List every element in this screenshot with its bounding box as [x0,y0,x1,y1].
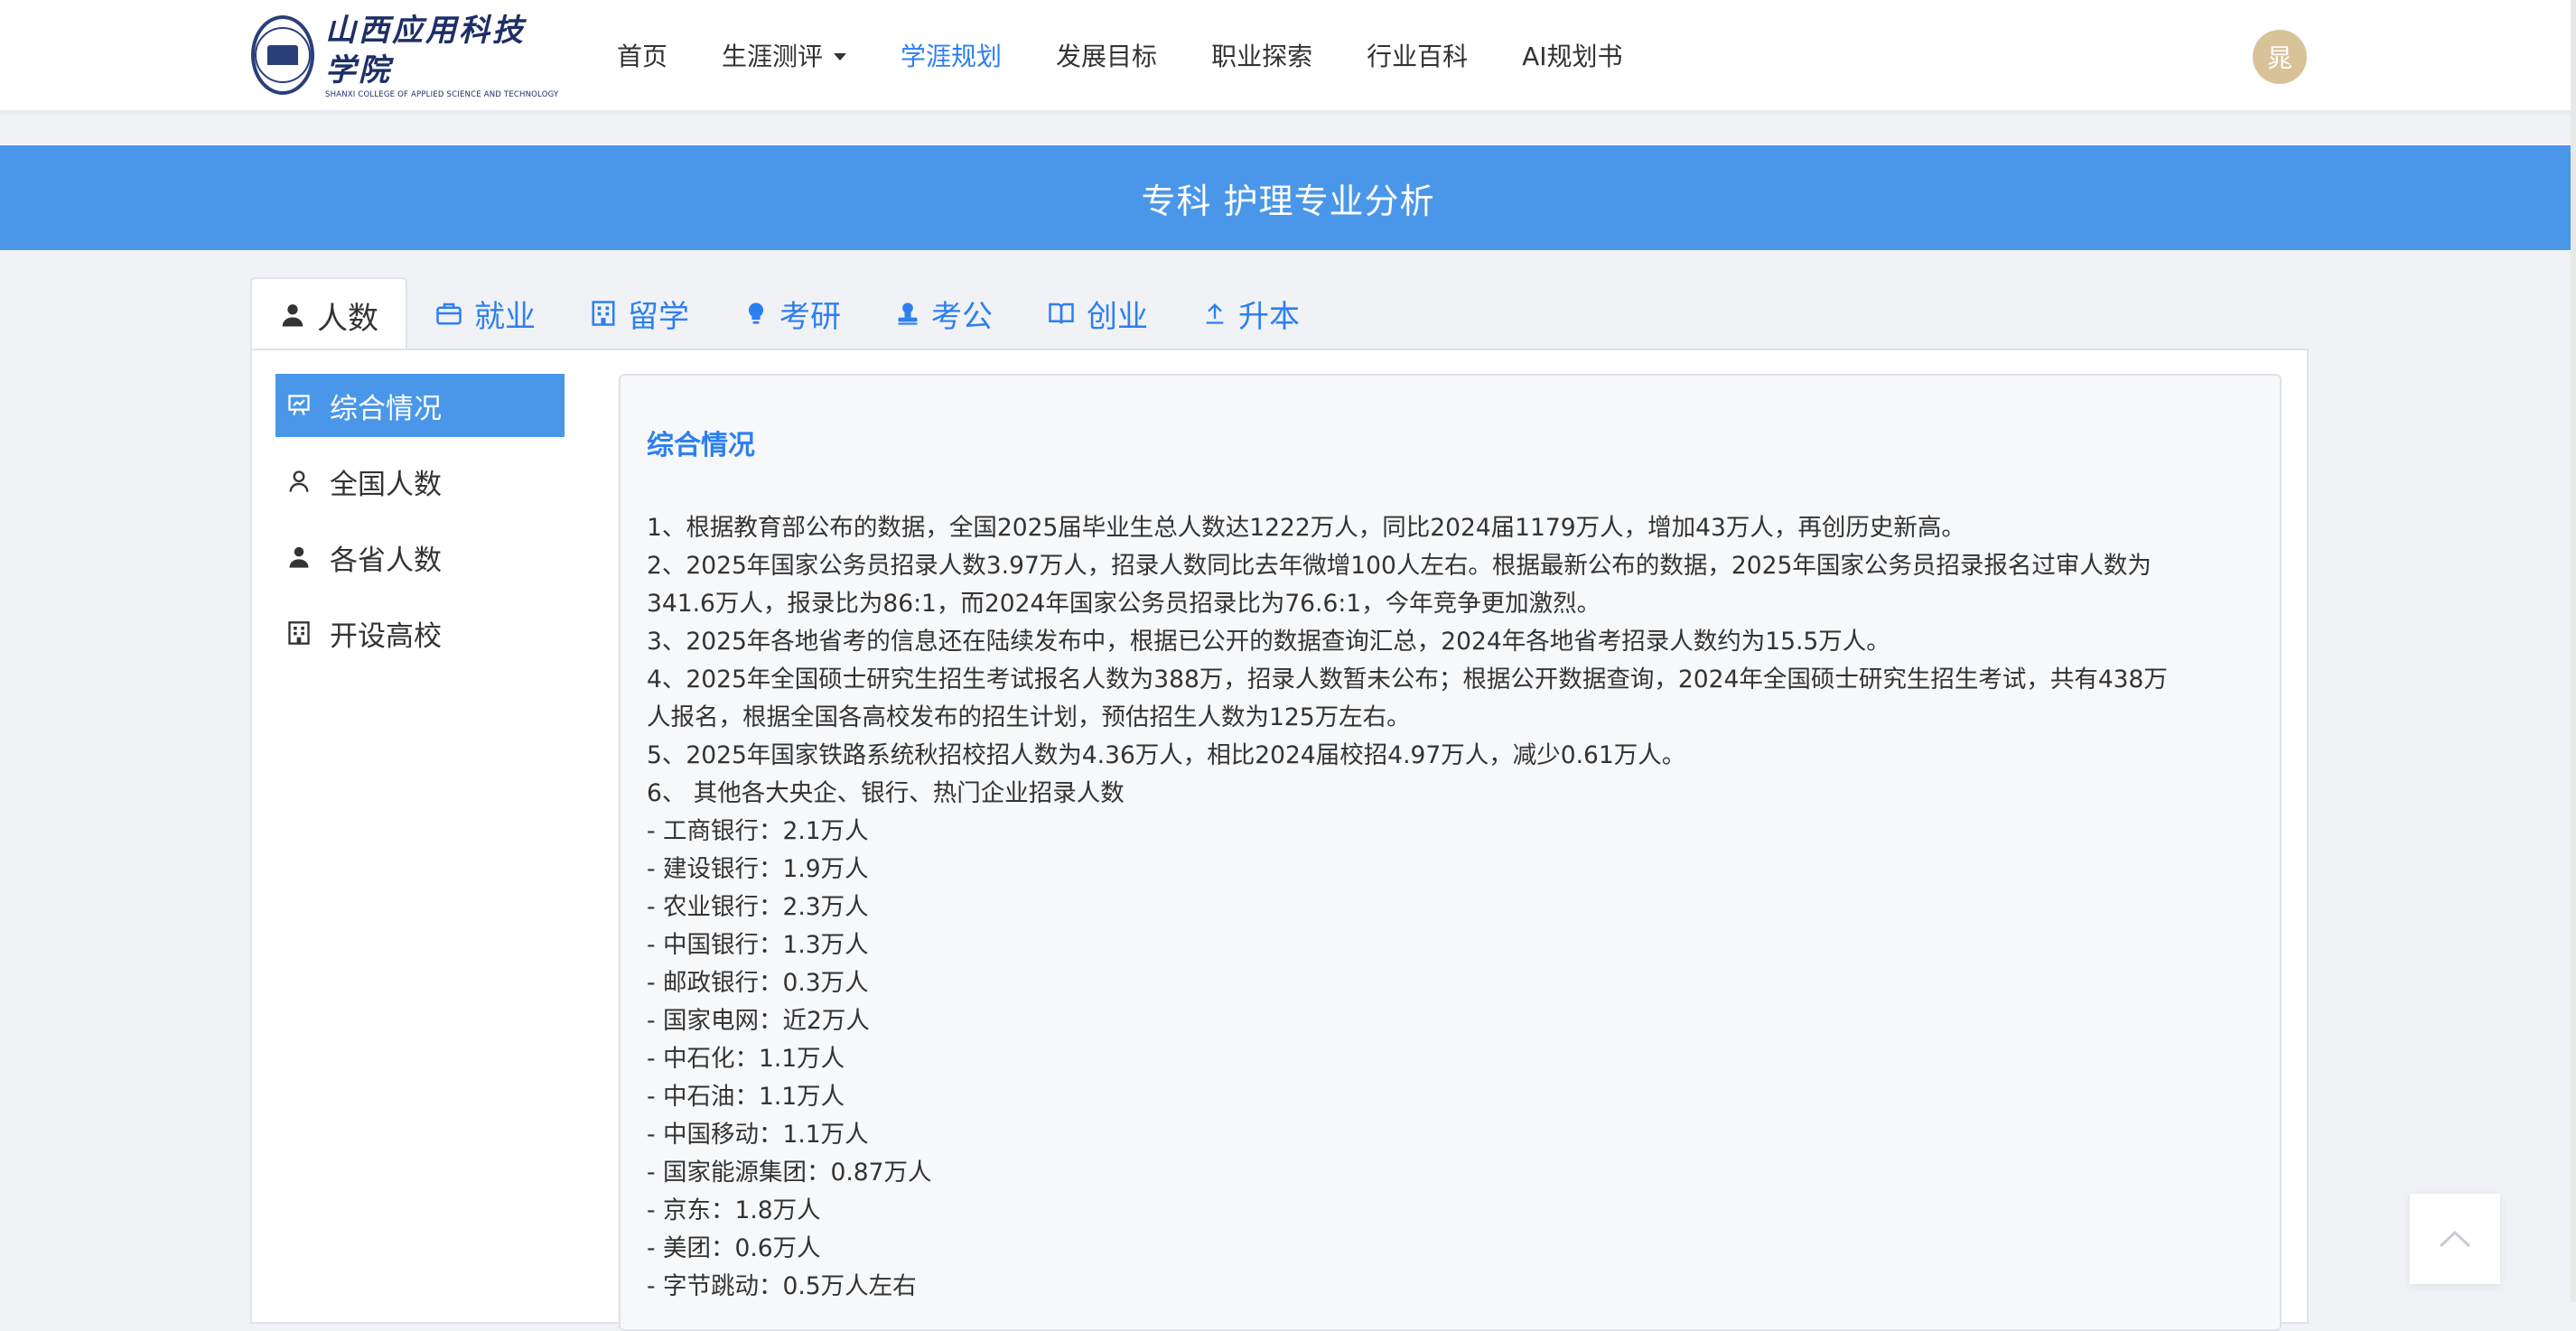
content-line: - 美团：0.6万人 [647,1234,821,1262]
side-item-provincial-count-label: 各省人数 [330,544,442,577]
nav-industry-encyclopedia[interactable]: 行业百科 [1367,37,1468,73]
page-title: 专科 护理专业分析 [1141,181,1435,221]
side-item-overview-label: 综合情况 [330,392,442,425]
side-item-colleges-label: 开设高校 [330,619,442,653]
content-line: - 建设银行：1.9万人 [647,855,869,883]
presentation-icon [288,395,310,415]
user-avatar[interactable]: 晁 [2253,30,2307,84]
tab-civil-service[interactable]: 考公 [868,277,1020,349]
briefcase-icon [436,302,462,325]
content-line: 2、2025年国家公务员招录人数3.97万人，招录人数同比去年微增100人左右。… [647,552,2151,580]
person-icon [289,546,309,568]
nav-career-assessment-label: 生涯测评 [722,42,824,71]
nav-study-planning[interactable]: 学涯规划 [901,37,1002,73]
content-line: - 国家能源集团：0.87万人 [647,1159,932,1187]
content-line: - 中石化：1.1万人 [647,1045,845,1073]
caret-down-icon [834,53,847,60]
nav-career-exploration[interactable]: 职业探索 [1211,37,1312,73]
building-icon [592,301,615,326]
content-line: - 字节跳动：0.5万人左右 [647,1272,917,1300]
nav-home[interactable]: 首页 [617,37,667,73]
tab-employment-label: 就业 [474,298,536,335]
side-item-national-count[interactable]: 全国人数 [275,450,565,513]
back-to-top-button[interactable] [2410,1194,2500,1284]
page-banner: 专科 护理专业分析 [0,145,2576,250]
tab-population[interactable]: 人数 [250,277,407,351]
content-body: 1、根据教育部公布的数据，全国2025届毕业生总人数达1222万人，同比2024… [647,509,2254,1306]
content-line: 人报名，根据全国各高校发布的招生计划，预估招生人数为125万左右。 [647,703,1411,731]
nav-development-goals[interactable]: 发展目标 [1056,37,1157,73]
tab-civil-service-label: 考公 [931,298,993,335]
content-line: 341.6万人，报录比为86:1，而2024年国家公务员招录比为76.6:1，今… [647,590,1601,618]
tab-postgraduate[interactable]: 考研 [716,277,868,349]
content-line: - 中石油：1.1万人 [647,1083,845,1111]
top-navbar: 山西应用科技学院 SHANXI COLLEGE OF APPLIED SCIEN… [0,0,2576,110]
tab-upgrade-bachelor-label: 升本 [1238,298,1300,335]
content-line: 6、 其他各大央企、银行、热门企业招录人数 [647,779,1125,807]
person-outline-icon [289,470,309,492]
side-item-overview[interactable]: 综合情况 [275,374,565,437]
book-open-icon [1049,302,1074,324]
tab-study-abroad[interactable]: 留学 [563,277,716,349]
tab-postgraduate-label: 考研 [779,298,841,335]
tab-entrepreneurship-label: 创业 [1087,298,1148,335]
lightbulb-icon [748,302,764,324]
content-line: - 中国银行：1.3万人 [647,931,869,959]
content-line: 5、2025年国家铁路系统秋招校招人数为4.36万人，相比2024届校招4.97… [647,741,1686,769]
nav-ai-plan[interactable]: AI规划书 [1522,37,1622,73]
tab-entrepreneurship[interactable]: 创业 [1020,277,1175,349]
logo-english-name: SHANXI COLLEGE OF APPLIED SCIENCE AND TE… [325,90,559,99]
side-item-provincial-count[interactable]: 各省人数 [275,526,565,589]
tab-study-abroad-label: 留学 [628,298,689,335]
side-menu: 综合情况 全国人数 各省人数 开设高校 [275,374,565,677]
content-line: - 京东：1.8万人 [647,1196,821,1224]
person-icon [282,304,303,327]
content-line: 4、2025年全国硕士研究生招生考试报名人数为388万，招录人数暂未公布；根据公… [647,666,2168,693]
tab-employment[interactable]: 就业 [407,277,563,349]
college-logo[interactable]: 山西应用科技学院 SHANXI COLLEGE OF APPLIED SCIEN… [251,13,559,99]
main-nav: 首页 生涯测评 学涯规划 发展目标 职业探索 行业百科 AI规划书 [617,0,1677,110]
logo-chinese-name: 山西应用科技学院 [325,13,526,88]
chevron-up-icon [2439,1230,2471,1248]
college-seal-icon [251,15,314,95]
upload-icon [1206,303,1224,324]
side-item-colleges[interactable]: 开设高校 [275,601,565,665]
content-line: - 农业银行：2.3万人 [647,893,869,921]
content-title: 综合情况 [647,430,755,461]
content-line: - 中国移动：1.1万人 [647,1121,869,1149]
nav-career-assessment[interactable]: 生涯测评 [722,37,847,73]
page-scrollbar[interactable] [2571,0,2576,1302]
content-line: - 工商银行：2.1万人 [647,817,869,845]
content-line: - 国家电网：近2万人 [647,1007,870,1035]
building-icon [288,621,310,645]
stamp-icon [898,302,918,325]
tab-population-label: 人数 [317,300,378,337]
content-line: 3、2025年各地省考的信息还在陆续发布中，根据已公开的数据查询汇总，2024年… [647,628,1890,656]
analysis-tabs: 人数 就业 留学 考研 考公 创业 升本 [250,277,1327,351]
side-item-national-count-label: 全国人数 [330,468,442,501]
content-line: - 邮政银行：0.3万人 [647,969,869,997]
content-line: 1、根据教育部公布的数据，全国2025届毕业生总人数达1222万人，同比2024… [647,514,1965,542]
tab-upgrade-bachelor[interactable]: 升本 [1175,277,1327,349]
